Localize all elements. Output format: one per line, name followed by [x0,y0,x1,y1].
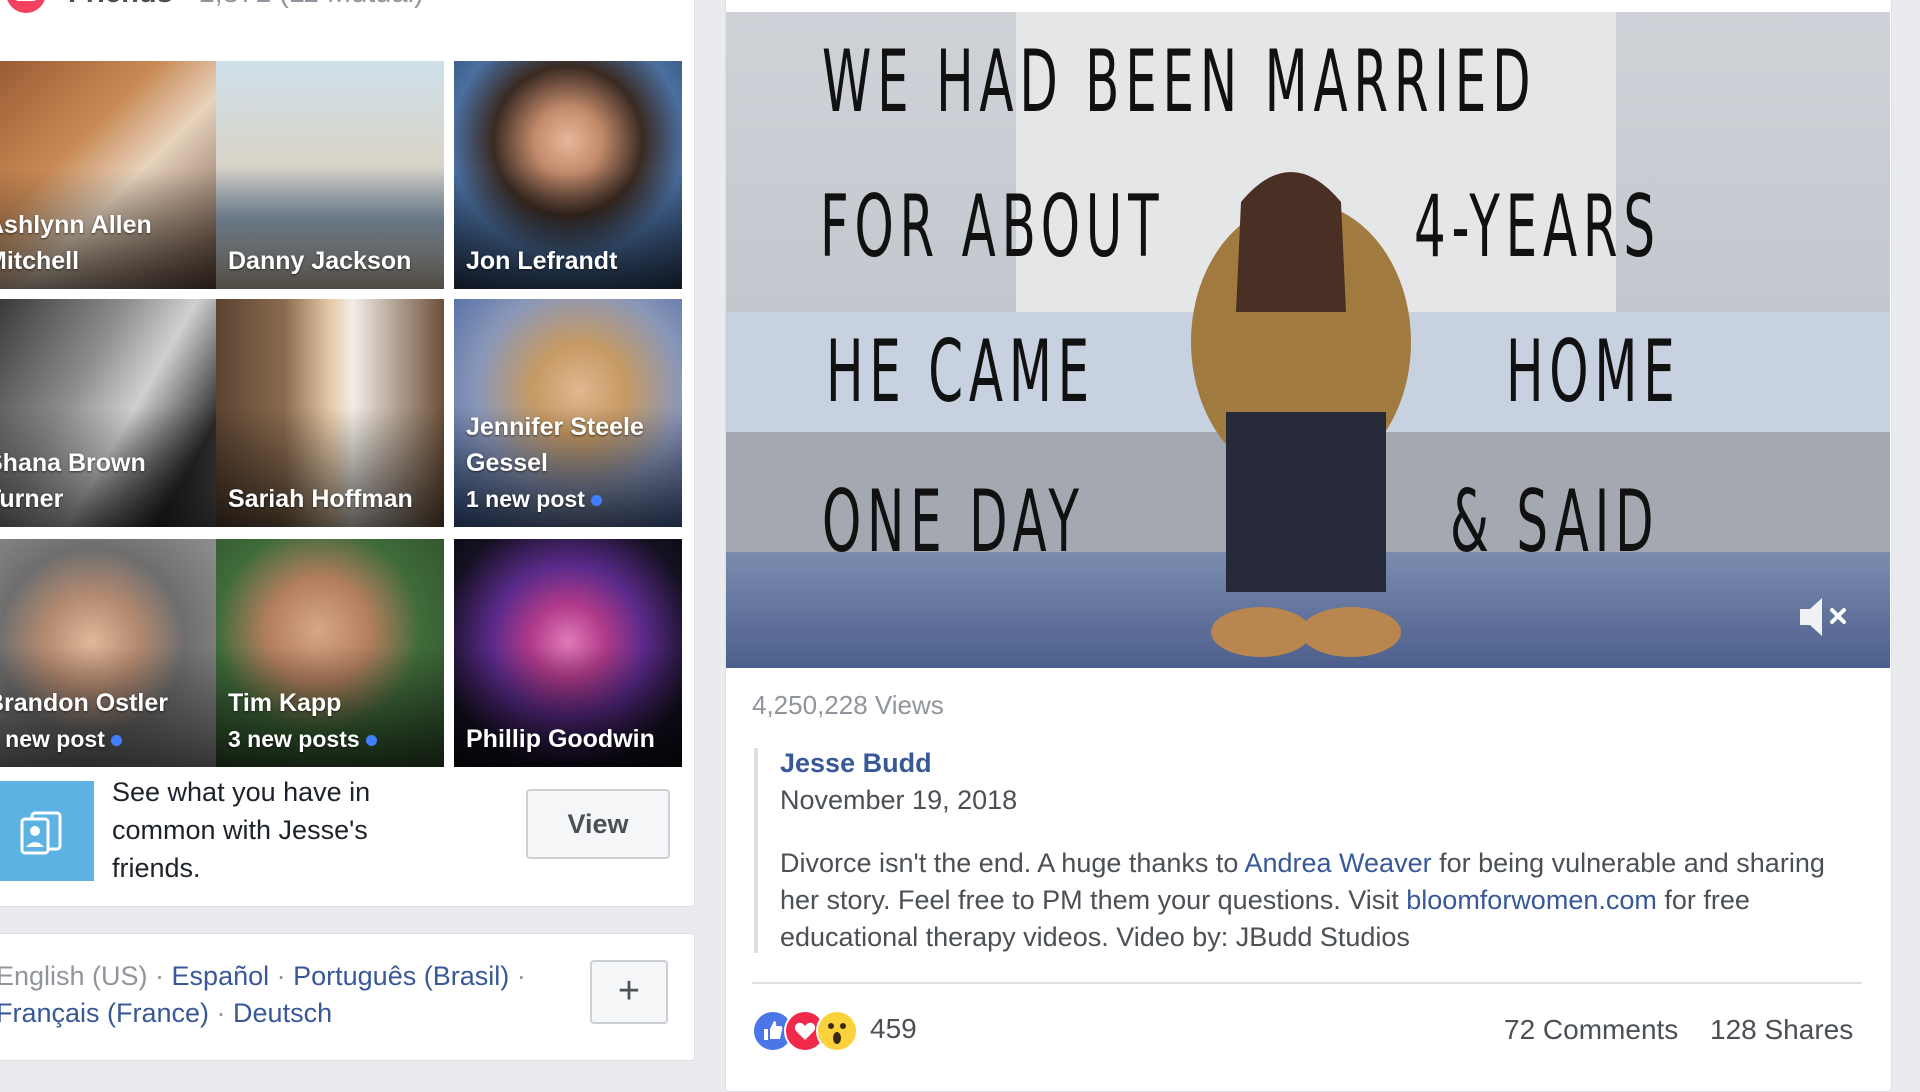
friend-tile-ashlynn[interactable]: Ashlynn AllenMitchell [0,61,228,289]
friend-tile-phillip[interactable]: Phillip Goodwin [454,539,682,767]
view-button[interactable]: View [526,789,670,859]
video-caption-line: HOME [1506,322,1681,422]
mutual-friends-text: See what you have in common with Jesse's… [112,777,371,883]
friend-name: Danny Jackson [228,247,412,275]
video-caption-overlay: WE HAD BEEN MARRIED FOR ABOUT 4-YEARS HE… [726,12,1890,668]
friends-header: Friends · 1,871 (11 Mutual) [0,0,694,21]
friend-tile-danny[interactable]: Danny Jackson [216,61,444,289]
friend-name: Tim Kapp 3 new posts [228,685,438,757]
website-link[interactable]: bloomforwomen.com [1406,885,1657,915]
post-author-link[interactable]: Jesse Budd [780,748,932,779]
language-link[interactable]: Español [172,961,270,991]
friends-card: Friends · 1,871 (11 Mutual) Ashlynn Alle… [0,0,695,907]
language-link[interactable]: Português (Brasil) [293,961,509,991]
friend-name: Jennifer Steele Gessel 1 new post [466,413,644,512]
post-description: Divorce isn't the end. A huge thanks to … [780,848,1825,952]
shares-link[interactable]: 128 Shares [1710,1014,1853,1046]
friend-name: Shana BrownTurner [0,449,146,513]
divider [752,982,1862,984]
friends-title[interactable]: Friends · 1,871 (11 Mutual) [68,0,424,10]
reaction-icons[interactable] [752,1010,952,1052]
friend-tile-tim[interactable]: Tim Kapp 3 new posts [216,539,444,767]
friend-name: Jon Lefrandt [466,247,618,275]
friends-count: · 1,871 (11 Mutual) [173,0,424,9]
friend-tile-shana[interactable]: Shana BrownTurner [0,299,228,527]
friend-tile-jennifer[interactable]: Jennifer Steele Gessel 1 new post [454,299,682,527]
video-caption-line: HE CAME [826,322,1095,422]
video-caption-line: 4-YEARS [1414,177,1661,277]
new-post-dot [365,735,377,747]
new-post-dot [590,495,602,507]
video-caption-line: ONE DAY [822,472,1085,572]
mention-link[interactable]: Andrea Weaver [1244,848,1431,878]
language-link[interactable]: Français (France) [0,998,209,1028]
video-caption-line: & SAID [1450,472,1660,572]
post-date: November 19, 2018 [780,785,1018,815]
friend-tile-jon[interactable]: Jon Lefrandt [454,61,682,289]
more-languages-button[interactable]: + [590,960,668,1024]
mutual-friends-promo: See what you have in common with Jesse's… [0,777,694,891]
friend-tile-sariah[interactable]: Sariah Hoffman [216,299,444,527]
language-card: English (US) · Español · Português (Bras… [0,933,695,1061]
wow-icon [816,1010,858,1052]
comments-link[interactable]: 72 Comments [1504,1014,1678,1046]
language-list: English (US) · Español · Português (Bras… [0,958,556,1032]
friends-grid: Ashlynn AllenMitchell Danny Jackson Jon … [0,51,694,767]
friend-tile-brandon[interactable]: Brandon Ostler1 new post [0,539,228,767]
friends-compare-icon [0,781,94,881]
friends-icon [6,0,46,13]
description-quote-bar [754,748,758,953]
view-count: 4,250,228 Views [752,690,944,720]
mute-icon[interactable] [1794,592,1854,642]
language-current: English (US) [0,961,148,991]
video-caption-line: WE HAD BEEN MARRIED [822,32,1537,132]
reaction-count[interactable]: 459 [870,1013,917,1045]
new-post-dot [110,735,122,747]
friend-name: Sariah Hoffman [228,485,413,513]
friend-name: Phillip Goodwin [466,725,655,753]
friend-name: Brandon Ostler1 new post [0,689,168,752]
language-link[interactable]: Deutsch [233,998,332,1028]
friend-name: Ashlynn AllenMitchell [0,211,152,275]
video-caption-line: FOR ABOUT [820,177,1165,277]
